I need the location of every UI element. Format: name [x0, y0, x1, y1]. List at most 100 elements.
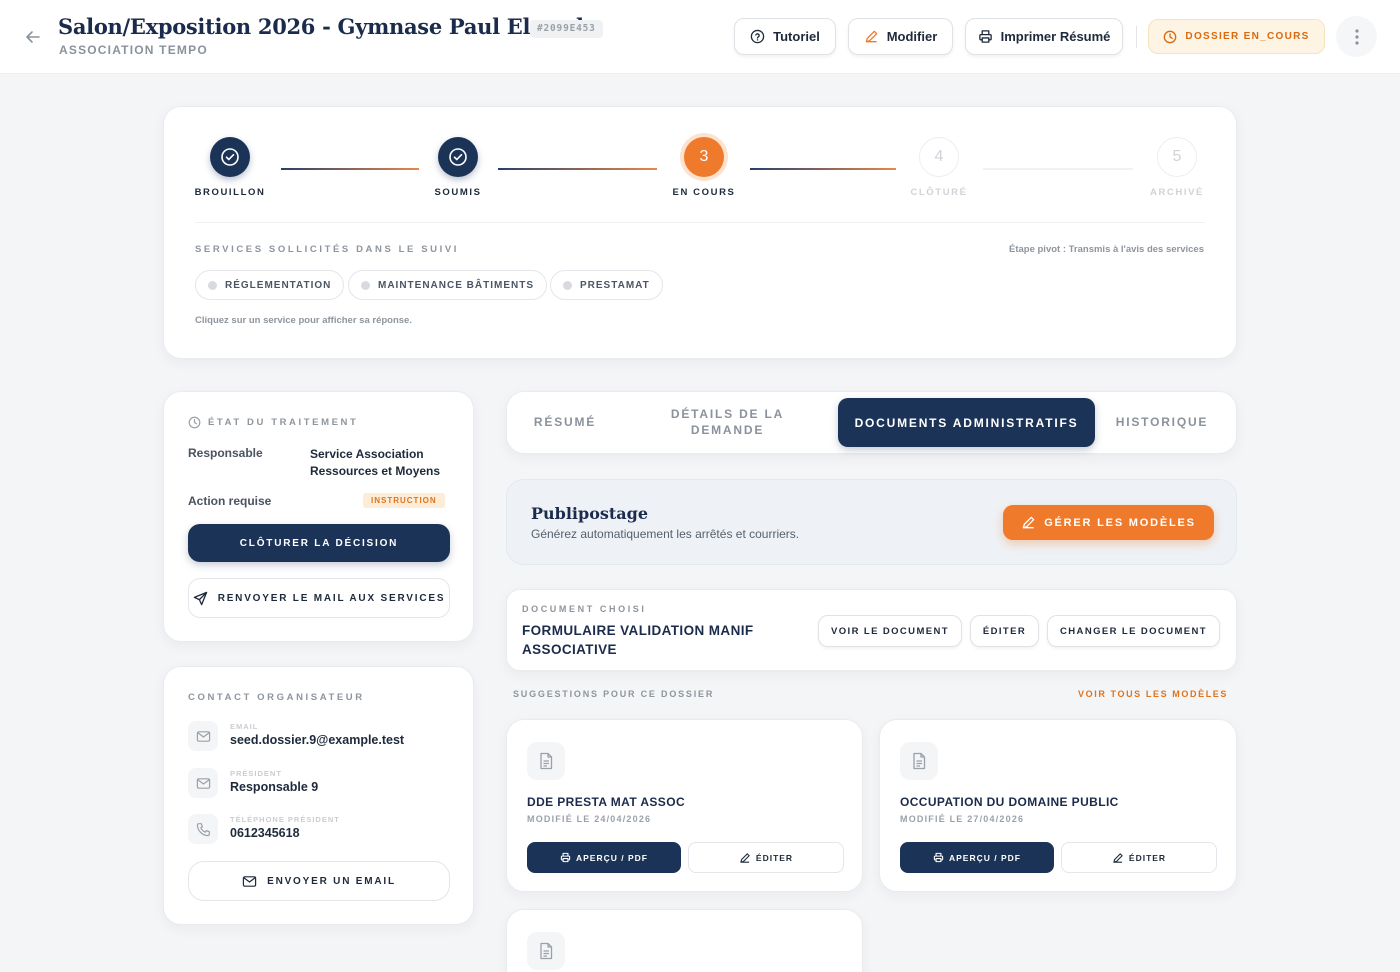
view-document-button[interactable]: VOIR LE DOCUMENT: [818, 615, 962, 647]
send-icon: [193, 591, 207, 605]
step-number: 4: [919, 137, 959, 177]
printer-icon: [933, 852, 944, 863]
email-value: seed.dossier.9@example.test: [230, 733, 405, 747]
president-value: Responsable 9: [230, 780, 319, 794]
services-hint: Cliquez sur un service pour afficher sa …: [195, 315, 412, 326]
contact-title: CONTACT ORGANISATEUR: [188, 692, 365, 703]
document-icon: [527, 742, 565, 780]
send-email-label: ENVOYER UN EMAIL: [267, 875, 396, 887]
printer-icon: [560, 852, 571, 863]
tab-request-details[interactable]: DÉTAILS DE LA DEMANDE: [655, 398, 800, 446]
edit-document-button[interactable]: ÉDITER: [970, 615, 1039, 647]
mailing-subtitle: Générez automatiquement les arrêtés et c…: [531, 527, 800, 541]
tab-administrative-documents[interactable]: DOCUMENTS ADMINISTRATIFS: [838, 398, 1095, 447]
help-circle-icon: [750, 29, 765, 44]
resend-mail-button[interactable]: RENVOYER LE MAIL AUX SERVICES: [188, 578, 450, 618]
step-number: 3: [684, 137, 724, 177]
step-label: ARCHIVÉ: [1150, 187, 1204, 198]
print-label: Imprimer Résumé: [1000, 29, 1111, 44]
service-label: PRESTAMAT: [580, 279, 650, 291]
edit-suggestion-button[interactable]: ÉDITER: [688, 842, 844, 873]
suggestion-date: MODIFIÉ LE 24/04/2026: [527, 814, 652, 824]
preview-pdf-button[interactable]: APERÇU / PDF: [900, 842, 1054, 873]
tutorial-button[interactable]: Tutoriel: [734, 18, 836, 55]
organization-name: ASSOCIATION TEMPO: [59, 43, 208, 57]
status-badge: DOSSIER EN_COURS: [1148, 19, 1325, 54]
status-dot: [563, 280, 572, 290]
send-email-button[interactable]: ENVOYER UN EMAIL: [188, 861, 450, 901]
treatment-title: ÉTAT DU TRAITEMENT: [208, 417, 359, 428]
more-options-icon[interactable]: [1336, 16, 1377, 57]
responsible-line: Ressources et Moyens: [310, 464, 441, 478]
status-label: DOSSIER EN_COURS: [1185, 31, 1310, 42]
pencil-icon: [865, 30, 878, 43]
check-circle-icon: [210, 137, 250, 177]
step-label: CLÔTURÉ: [910, 187, 968, 198]
suggestion-card: OCCUPATION DU DOMAINE PUBLIC MODIFIÉ LE …: [879, 719, 1237, 892]
clock-icon: [1164, 30, 1177, 43]
print-summary-button[interactable]: Imprimer Résumé: [965, 18, 1123, 55]
suggestion-date: MODIFIÉ LE 27/04/2026: [900, 814, 1025, 824]
top-header: Salon/Exposition 2026 - Gymnase Paul Elu…: [0, 0, 1400, 74]
header-divider: [1136, 26, 1137, 48]
service-label: RÉGLEMENTATION: [225, 279, 332, 291]
document-icon: [900, 742, 938, 780]
step-submitted: SOUMIS: [398, 137, 518, 198]
president-label: PRÉSIDENT: [230, 769, 282, 778]
step-in-progress: 3 EN COURS: [644, 137, 764, 198]
phone-value: 0612345618: [230, 826, 300, 840]
manage-templates-label: GÉRER LES MODÈLES: [1044, 516, 1196, 529]
suggestion-name: OCCUPATION DU DOMAINE PUBLIC: [900, 795, 1119, 809]
resend-mail-label: RENVOYER LE MAIL AUX SERVICES: [217, 592, 446, 604]
mail-icon: [188, 768, 218, 798]
document-name-line: ASSOCIATIVE: [522, 642, 617, 657]
mail-icon: [188, 721, 218, 751]
treatment-title-row: ÉTAT DU TRAITEMENT: [188, 416, 358, 429]
pivot-step-text: Étape pivot : Transmis à l'avis des serv…: [1009, 244, 1204, 255]
manage-templates-button[interactable]: GÉRER LES MODÈLES: [1003, 505, 1214, 540]
status-dot: [361, 280, 370, 290]
chosen-document-label: DOCUMENT CHOISI: [522, 604, 647, 614]
service-chip-reglementation[interactable]: RÉGLEMENTATION: [195, 270, 345, 300]
tab-summary[interactable]: RÉSUMÉ: [515, 398, 615, 446]
suggestion-card: [506, 909, 863, 972]
service-label: MAINTENANCE BÂTIMENTS: [378, 279, 534, 291]
responsible-label: Responsable: [188, 446, 263, 460]
step-connector: [983, 168, 1133, 170]
edit-suggestion-label: ÉDITER: [755, 852, 794, 863]
close-decision-button[interactable]: CLÔTURER LA DÉCISION: [188, 524, 450, 562]
edit-suggestion-button[interactable]: ÉDITER: [1061, 842, 1217, 873]
service-chip-prestamat[interactable]: PRESTAMAT: [550, 270, 663, 300]
service-chip-maintenance[interactable]: MAINTENANCE BÂTIMENTS: [348, 270, 547, 300]
step-archived: 5 ARCHIVÉ: [1117, 137, 1237, 198]
tab-history[interactable]: HISTORIQUE: [1105, 398, 1219, 446]
pencil-icon: [1022, 516, 1035, 529]
contact-email: EMAIL seed.dossier.9@example.test: [188, 721, 404, 751]
mail-icon: [242, 875, 257, 887]
suggestion-name: DDE PRESTA MAT ASSOC: [527, 795, 686, 809]
chosen-document-name: FORMULAIRE VALIDATION MANIF ASSOCIATIVE: [522, 621, 754, 659]
contact-president: PRÉSIDENT Responsable 9: [188, 768, 318, 798]
clock-icon: [188, 416, 201, 429]
suggestion-card: DDE PRESTA MAT ASSOC MODIFIÉ LE 24/04/20…: [506, 719, 863, 892]
back-arrow-icon[interactable]: [22, 26, 44, 48]
reference-badge: #2099E453: [530, 20, 603, 38]
check-circle-icon: [438, 137, 478, 177]
preview-pdf-button[interactable]: APERÇU / PDF: [527, 842, 681, 873]
view-all-templates-link[interactable]: VOIR TOUS LES MODÈLES: [1078, 689, 1228, 699]
action-badge: INSTRUCTION: [363, 493, 445, 508]
pencil-icon: [740, 852, 750, 863]
change-document-button[interactable]: CHANGER LE DOCUMENT: [1047, 615, 1220, 647]
mailing-panel: Publipostage Générez automatiquement les…: [506, 479, 1237, 565]
phone-icon: [188, 814, 218, 844]
preview-pdf-label: APERÇU / PDF: [949, 852, 1021, 863]
services-section-title: SERVICES SOLLICITÉS DANS LE SUIVI: [195, 244, 460, 255]
edit-button[interactable]: Modifier: [848, 18, 953, 55]
suggestions-title: SUGGESTIONS POUR CE DOSSIER: [513, 689, 715, 699]
document-name-line: FORMULAIRE VALIDATION MANIF: [522, 623, 754, 638]
contact-phone: TÉLÉPHONE PRÉSIDENT 0612345618: [188, 814, 340, 844]
responsible-line: Service Association: [310, 447, 424, 461]
printer-icon: [978, 30, 992, 43]
email-label: EMAIL: [230, 722, 259, 731]
document-icon: [527, 932, 565, 970]
